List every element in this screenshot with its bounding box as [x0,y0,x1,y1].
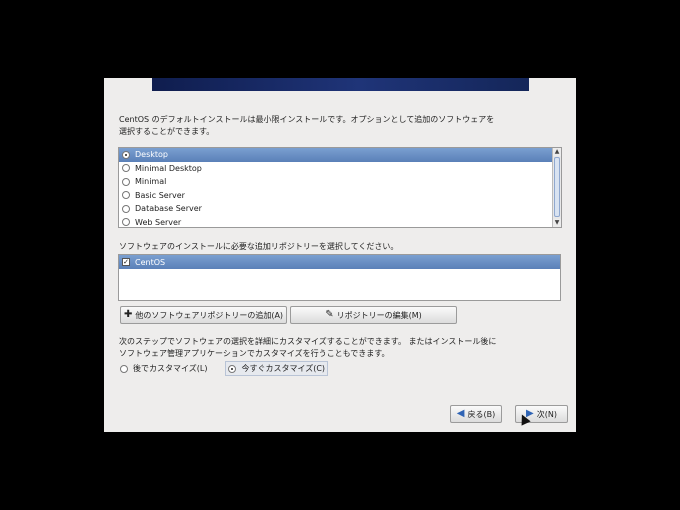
back-arrow-icon: ◀ [456,408,465,419]
list-item[interactable]: Database Server [119,202,561,216]
radio-icon[interactable] [122,164,130,173]
list-item[interactable]: Desktop [119,148,561,162]
description-text: CentOS のデフォルトインストールは最小限インストールです。オプションとして… [119,115,495,136]
radio-icon[interactable] [120,364,128,373]
plus-icon: ✚ [123,309,133,320]
list-item[interactable]: Minimal [119,175,561,189]
add-repository-button[interactable]: ✚ 他のソフトウェアリポジトリーの追加(A) [120,306,287,324]
customize-later-option[interactable]: 後でカスタマイズ(L) [120,363,207,374]
radio-icon[interactable] [122,204,130,213]
edit-icon: ✎ [325,309,334,320]
list-item[interactable]: Minimal Desktop [119,162,561,176]
list-item[interactable]: Web Server [119,216,561,228]
edit-repository-button[interactable]: ✎ リポジトリーの編集(M) [290,306,457,324]
scrollbar[interactable]: ▲ ▼ [552,148,561,227]
back-button[interactable]: ◀ 戻る(B) [450,405,502,423]
radio-icon[interactable] [122,191,130,200]
radio-icon[interactable] [122,218,130,227]
list-item[interactable]: ✓ CentOS [119,255,560,269]
customize-description: 次のステップでソフトウェアの選択を詳細にカスタマイズすることができます。 または… [119,337,497,358]
repo-prompt: ソフトウェアのインストールに必要な追加リポジトリーを選択してください。 [119,242,399,251]
scroll-up-icon[interactable]: ▲ [553,148,561,156]
header-banner [152,78,529,91]
installer-dialog: CentOS のデフォルトインストールは最小限インストールです。オプションとして… [104,78,576,432]
install-type-list[interactable]: Desktop Minimal Desktop Minimal Basic Se… [118,147,562,228]
customize-options: 後でカスタマイズ(L) 今すぐカスタマイズ(C) [120,361,329,376]
scroll-down-icon[interactable]: ▼ [553,219,561,227]
repository-list[interactable]: ✓ CentOS [118,254,561,301]
customize-now-option[interactable]: 今すぐカスタマイズ(C) [225,361,329,376]
list-item[interactable]: Basic Server [119,189,561,203]
checkbox-icon[interactable]: ✓ [122,258,130,266]
radio-icon[interactable] [122,150,130,159]
scrollbar-thumb[interactable] [554,157,560,217]
radio-icon[interactable] [122,177,130,186]
radio-icon[interactable] [228,364,237,373]
